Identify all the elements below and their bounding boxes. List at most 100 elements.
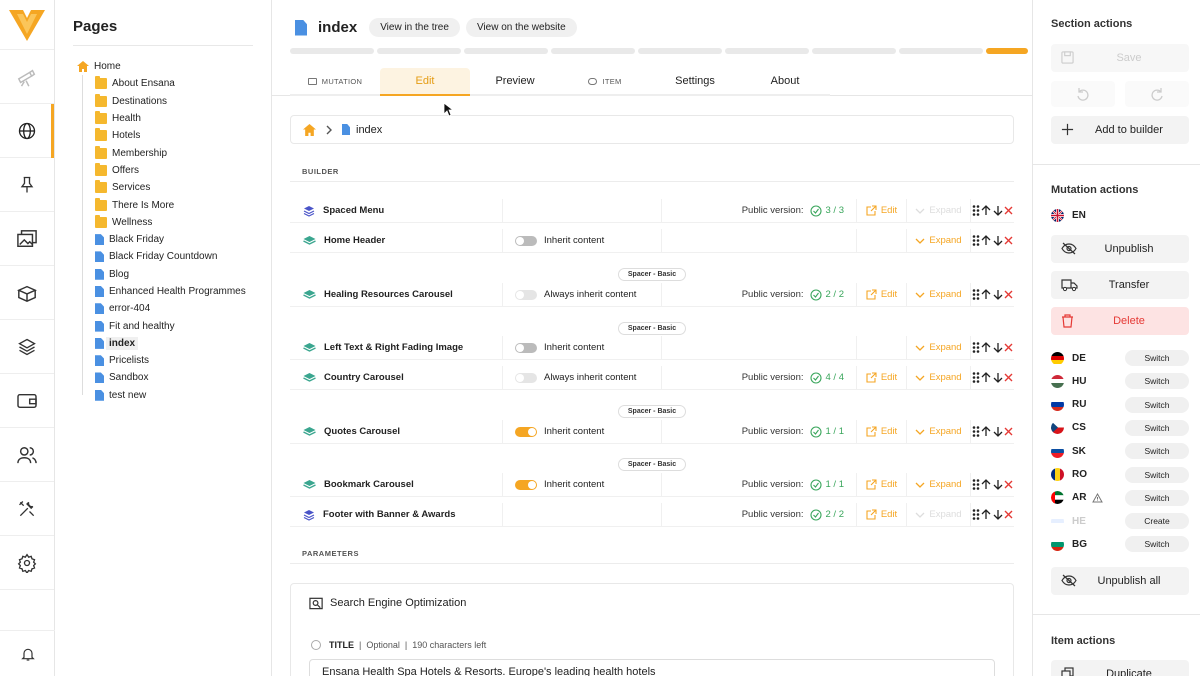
tab-preview[interactable]: Preview (470, 68, 560, 96)
close-icon[interactable] (1004, 290, 1013, 299)
tree-item[interactable]: Wellness (55, 214, 271, 231)
close-icon[interactable] (1004, 206, 1013, 215)
close-icon[interactable] (1004, 480, 1013, 489)
drag-handle-icon[interactable] (972, 235, 980, 246)
tree-item-home[interactable]: Home (55, 58, 271, 75)
expand-button[interactable]: Expand (907, 419, 971, 444)
tree-item[interactable]: About Ensana (55, 75, 271, 92)
tree-item[interactable]: Membership (55, 144, 271, 161)
language-create-button[interactable]: Create (1125, 513, 1189, 530)
tree-item[interactable]: Pricelists (55, 352, 271, 369)
tree-item[interactable]: There Is More (55, 196, 271, 213)
tab-about[interactable]: About (740, 68, 830, 96)
tree-item[interactable]: Destinations (55, 93, 271, 110)
tree-item[interactable]: Services (55, 179, 271, 196)
add-to-builder-button[interactable]: Add to builder (1051, 116, 1189, 144)
close-icon[interactable] (1004, 427, 1013, 436)
language-switch-button[interactable]: Switch (1125, 373, 1189, 390)
rail-item-telescope[interactable] (0, 50, 54, 104)
rail-item-layers[interactable] (0, 320, 54, 374)
inherit-toggle[interactable] (515, 479, 537, 490)
inherit-toggle[interactable] (515, 235, 537, 246)
arrow-up-icon[interactable] (981, 289, 991, 300)
arrow-down-icon[interactable] (993, 509, 1003, 520)
inherit-toggle[interactable] (515, 289, 537, 300)
close-icon[interactable] (1004, 236, 1013, 245)
rail-item-users[interactable] (0, 428, 54, 482)
arrow-up-icon[interactable] (981, 235, 991, 246)
arrow-down-icon[interactable] (993, 205, 1003, 216)
edit-block-button[interactable]: Edit (857, 419, 907, 444)
language-switch-button[interactable]: Switch (1125, 489, 1189, 506)
duplicate-button[interactable]: Duplicate (1051, 660, 1189, 676)
arrow-down-icon[interactable] (993, 342, 1003, 353)
view-in-tree-button[interactable]: View in the tree (369, 18, 460, 37)
inherit-toggle[interactable] (515, 426, 537, 437)
view-on-website-button[interactable]: View on the website (465, 18, 577, 37)
rail-item-pages[interactable] (0, 104, 54, 158)
language-switch-button[interactable]: Switch (1125, 350, 1189, 366)
expand-button[interactable]: Expand (907, 198, 971, 223)
drag-handle-icon[interactable] (972, 372, 980, 383)
tab-item[interactable]: ITEM (560, 68, 650, 96)
seo-title-input[interactable]: Ensana Health Spa Hotels & Resorts. Euro… (309, 659, 995, 676)
notifications-button[interactable] (0, 630, 55, 676)
home-icon[interactable] (303, 123, 316, 136)
edit-block-button[interactable]: Edit (857, 365, 907, 390)
arrow-up-icon[interactable] (981, 479, 991, 490)
radio-icon[interactable] (311, 640, 321, 650)
drag-handle-icon[interactable] (972, 426, 980, 437)
tree-item[interactable]: Hotels (55, 127, 271, 144)
spacer-block[interactable]: Spacer - Basic (272, 400, 1032, 418)
spacer-block[interactable]: Spacer - Basic (272, 317, 1032, 335)
builder-row[interactable]: Footer with Banner & Awards Public versio… (290, 502, 1014, 527)
tree-item[interactable]: error-404 (55, 300, 271, 317)
tab-settings[interactable]: Settings (650, 68, 740, 96)
language-switch-button[interactable]: Switch (1125, 536, 1189, 553)
expand-button[interactable]: Expand (907, 502, 971, 527)
drag-handle-icon[interactable] (972, 509, 980, 520)
tree-item[interactable]: Black Friday Countdown (55, 248, 271, 265)
expand-button[interactable]: Expand (907, 472, 971, 497)
transfer-button[interactable]: Transfer (1051, 271, 1189, 299)
expand-button[interactable]: Expand (907, 228, 971, 253)
arrow-down-icon[interactable] (993, 289, 1003, 300)
builder-row[interactable]: Home Header Inherit content Expand (290, 228, 1014, 253)
arrow-down-icon[interactable] (993, 372, 1003, 383)
arrow-down-icon[interactable] (993, 235, 1003, 246)
inherit-toggle[interactable] (515, 342, 537, 353)
delete-button[interactable]: Delete (1051, 307, 1189, 335)
arrow-down-icon[interactable] (993, 426, 1003, 437)
builder-row[interactable]: Quotes Carousel Inherit content Public ver… (290, 419, 1014, 444)
drag-handle-icon[interactable] (972, 289, 980, 300)
rail-item-media[interactable] (0, 212, 54, 266)
spacer-block[interactable]: Spacer - Basic (272, 263, 1032, 281)
tree-item[interactable]: Black Friday (55, 231, 271, 248)
arrow-up-icon[interactable] (981, 342, 991, 353)
arrow-up-icon[interactable] (981, 372, 991, 383)
tree-item[interactable]: Enhanced Health Programmes (55, 283, 271, 300)
tab-mutation[interactable]: MUTATION (290, 68, 380, 96)
redo-button[interactable] (1125, 81, 1189, 107)
builder-row[interactable]: Spaced Menu Public version: 3 / 3 Edit Expan… (290, 198, 1014, 223)
language-switch-button[interactable]: Switch (1125, 419, 1189, 436)
rail-item-tools[interactable] (0, 482, 54, 536)
edit-block-button[interactable]: Edit (857, 502, 907, 527)
expand-button[interactable]: Expand (907, 365, 971, 390)
drag-handle-icon[interactable] (972, 205, 980, 216)
rail-item-box[interactable] (0, 266, 54, 320)
undo-button[interactable] (1051, 81, 1115, 107)
edit-block-button[interactable]: Edit (857, 472, 907, 497)
tree-item[interactable]: Fit and healthy (55, 317, 271, 334)
unpublish-button[interactable]: Unpublish (1051, 235, 1189, 263)
tree-item[interactable]: Offers (55, 162, 271, 179)
spacer-block[interactable]: Spacer - Basic (272, 453, 1032, 471)
tree-item[interactable]: test new (55, 387, 271, 404)
tree-item[interactable]: Sandbox (55, 369, 271, 386)
builder-row[interactable]: Healing Resources Carousel Always inherit… (290, 282, 1014, 307)
drag-handle-icon[interactable] (972, 479, 980, 490)
language-switch-button[interactable]: Switch (1125, 443, 1189, 460)
edit-block-button[interactable]: Edit (857, 282, 907, 307)
tab-edit[interactable]: Edit (380, 68, 470, 96)
language-switch-button[interactable]: Switch (1125, 466, 1189, 483)
